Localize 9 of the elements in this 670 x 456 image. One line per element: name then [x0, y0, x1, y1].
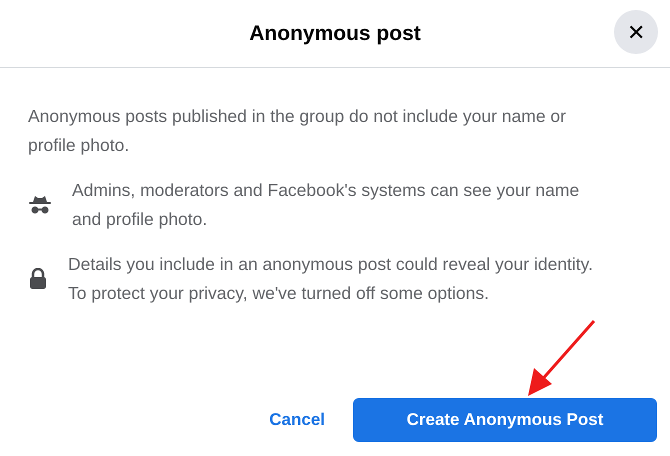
intro-text: Anonymous posts published in the group do not include your name or profile photo.: [28, 105, 567, 157]
incognito-icon: [28, 195, 52, 215]
dialog-title: Anonymous post: [249, 20, 421, 47]
note-text: Details you include in an anonymous post could reveal your identity. To protect your privacy, we've turned off some options.: [68, 253, 594, 305]
close-button[interactable]: ✕: [614, 10, 658, 54]
cancel-button[interactable]: Cancel: [253, 398, 341, 442]
note-text: Admins, moderators and Facebook's systems can see your name and profile photo.: [72, 179, 580, 231]
create-post-button[interactable]: Create Anonymous Post: [353, 398, 657, 442]
lock-icon: [28, 268, 48, 290]
